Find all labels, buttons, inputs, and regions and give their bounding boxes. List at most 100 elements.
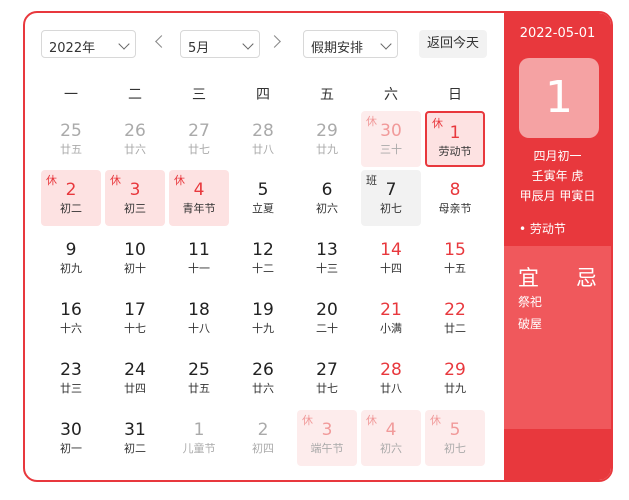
day-cell[interactable]: 11 十一 (169, 230, 229, 286)
day-lunar: 劳动节 (438, 145, 472, 158)
day-cell[interactable]: 20 二十 (297, 290, 357, 346)
day-lunar: 廿九 (316, 143, 338, 156)
day-number: 2 (257, 420, 269, 440)
day-number: 18 (188, 300, 210, 320)
yi-heading: 宜 (518, 266, 539, 290)
day-number: 30 (380, 121, 402, 141)
day-cell[interactable]: 27 廿七 (297, 350, 357, 406)
day-cell[interactable]: 25 廿五 (41, 111, 101, 167)
day-lunar: 母亲节 (438, 202, 472, 215)
day-lunar: 初二 (60, 202, 82, 215)
day-cell[interactable]: 5 立夏 (233, 170, 293, 226)
day-cell[interactable]: 休 2 初二 (41, 170, 101, 226)
day-cell[interactable]: 休 4 初六 (361, 410, 421, 466)
day-cell[interactable]: 22 廿二 (425, 290, 485, 346)
day-cell[interactable]: 30 初一 (41, 410, 101, 466)
day-cell[interactable]: 休 30 三十 (361, 111, 421, 167)
day-lunar: 立夏 (252, 202, 274, 215)
day-number: 21 (380, 300, 402, 320)
day-lunar: 初一 (60, 442, 82, 455)
day-cell[interactable]: 23 廿三 (41, 350, 101, 406)
day-cell[interactable]: 27 廿七 (169, 111, 229, 167)
day-cell[interactable]: 14 十四 (361, 230, 421, 286)
yi-item: 破屋 (518, 317, 543, 331)
day-cell[interactable]: 9 初九 (41, 230, 101, 286)
day-lunar: 小满 (380, 322, 402, 335)
day-number: 17 (124, 300, 146, 320)
day-cell[interactable]: 8 母亲节 (425, 170, 485, 226)
day-cell[interactable]: 31 初二 (105, 410, 165, 466)
day-lunar: 初三 (124, 202, 146, 215)
day-number: 26 (252, 360, 274, 380)
day-detail-panel: 2022-05-01 1 四月初一 壬寅年 虎 甲辰月 甲寅日 • 劳动节 宜 … (504, 13, 611, 480)
prev-month-icon[interactable] (155, 35, 168, 48)
year-select[interactable]: 2022年 (41, 30, 136, 58)
day-cell[interactable]: 13 十三 (297, 230, 357, 286)
day-number: 25 (188, 360, 210, 380)
day-lunar: 廿七 (316, 382, 338, 395)
day-cell[interactable]: 12 十二 (233, 230, 293, 286)
day-cell[interactable]: 15 十五 (425, 230, 485, 286)
day-number: 22 (444, 300, 466, 320)
day-number: 6 (321, 180, 333, 200)
day-number: 4 (193, 180, 205, 200)
day-cell[interactable]: 班 7 初七 (361, 170, 421, 226)
day-cell[interactable]: 25 廿五 (169, 350, 229, 406)
day-cell[interactable]: 19 十九 (233, 290, 293, 346)
day-cell[interactable]: 休 3 端午节 (297, 410, 357, 466)
day-cell[interactable]: 1 儿童节 (169, 410, 229, 466)
day-cell[interactable]: 休 3 初三 (105, 170, 165, 226)
day-number: 5 (449, 420, 461, 440)
day-lunar: 十四 (380, 262, 402, 275)
weekday-label: 一 (64, 87, 78, 103)
yi-item: 祭祀 (518, 295, 543, 309)
day-cell[interactable]: 10 初十 (105, 230, 165, 286)
month-select[interactable]: 5月 (180, 30, 260, 58)
weekday-label: 五 (320, 87, 334, 103)
day-number: 7 (385, 180, 397, 200)
calendar-widget: 2022年 5月 假期安排 返回今天 一二三四五六日 25 廿五 26 廿六 27 廿七 2… (23, 11, 613, 482)
day-cell[interactable]: 28 廿八 (233, 111, 293, 167)
yi-ji-section: 宜 忌 祭祀 破屋 (504, 246, 611, 429)
day-number: 3 (321, 420, 333, 440)
ganzhi-month-day: 甲辰月 甲寅日 (519, 189, 596, 203)
day-cell[interactable]: 26 廿六 (233, 350, 293, 406)
day-number: 28 (252, 121, 274, 141)
day-number: 11 (188, 240, 210, 260)
day-cell[interactable]: 16 十六 (41, 290, 101, 346)
day-cell[interactable]: 21 小满 (361, 290, 421, 346)
day-cell[interactable]: 29 廿九 (425, 350, 485, 406)
day-lunar: 端午节 (310, 442, 344, 455)
day-lunar: 青年节 (182, 202, 216, 215)
chevron-down-icon (118, 38, 130, 50)
day-lunar: 廿九 (444, 382, 466, 395)
day-cell[interactable]: 17 十七 (105, 290, 165, 346)
weekday-label: 四 (256, 87, 270, 103)
day-lunar: 十二 (252, 262, 274, 275)
day-lunar: 初六 (316, 202, 338, 215)
weekday-label: 日 (448, 87, 462, 103)
day-lunar: 十五 (444, 262, 466, 275)
day-lunar: 廿七 (188, 143, 210, 156)
year-select-value: 2022年 (49, 41, 96, 56)
day-cell[interactable]: 休 5 初七 (425, 410, 485, 466)
next-month-icon[interactable] (268, 35, 281, 48)
back-to-today-button[interactable]: 返回今天 (419, 30, 487, 58)
day-cell[interactable]: 2 初四 (233, 410, 293, 466)
day-number: 27 (316, 360, 338, 380)
holiday-select[interactable]: 假期安排 (303, 30, 398, 58)
day-cell[interactable]: 29 廿九 (297, 111, 357, 167)
day-cell[interactable]: 休 1 劳动节 (425, 111, 485, 167)
day-cell[interactable]: 28 廿八 (361, 350, 421, 406)
day-lunar: 二十 (316, 322, 338, 335)
day-number: 3 (129, 180, 141, 200)
day-cell[interactable]: 24 廿四 (105, 350, 165, 406)
day-lunar: 十一 (188, 262, 210, 275)
day-number: 25 (60, 121, 82, 141)
day-cell[interactable]: 6 初六 (297, 170, 357, 226)
ji-heading: 忌 (576, 266, 597, 290)
day-cell[interactable]: 18 十八 (169, 290, 229, 346)
day-number: 5 (257, 180, 269, 200)
day-cell[interactable]: 休 4 青年节 (169, 170, 229, 226)
day-cell[interactable]: 26 廿六 (105, 111, 165, 167)
